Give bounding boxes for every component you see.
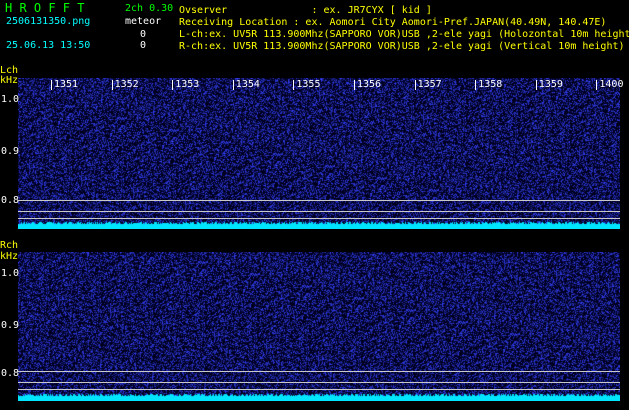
time-tickmark xyxy=(51,80,52,90)
location-line: Receiving Location : ex. Aomori City Aom… xyxy=(179,17,607,28)
lch-marker-line-upper xyxy=(18,200,620,201)
app-logo: H R O F F T xyxy=(5,1,85,15)
meteor-count-lch: 0 xyxy=(140,29,147,40)
lch-ytick-0.8: 0.8 xyxy=(1,195,20,206)
time-tick-1359: 1359 xyxy=(538,79,563,90)
filename-label: 2506131350.png xyxy=(6,16,91,27)
lch-spectrogram xyxy=(18,78,620,229)
time-tickmark xyxy=(293,80,295,90)
rch-marker-line-middle xyxy=(18,382,620,383)
timestamp-label: 25.06.13 13:50 xyxy=(6,40,91,51)
rch-description: R-ch:ex. UV5R 113.900Mhz(SAPPORO VOR)USB… xyxy=(179,41,625,52)
lch-ytick-1.0: 1.0 xyxy=(1,94,20,105)
time-tickmark xyxy=(596,80,598,90)
time-tick-1351: 1351 xyxy=(54,79,79,90)
rch-unit-label: kHz xyxy=(0,251,19,262)
time-tickmark xyxy=(172,80,174,90)
rch-ytick-0.9: 0.9 xyxy=(1,320,20,331)
rch-marker-line-lower xyxy=(18,389,620,390)
time-tick-1352: 1352 xyxy=(114,79,139,90)
lch-marker-line-lower xyxy=(18,218,620,219)
time-tick-1358: 1358 xyxy=(478,79,503,90)
time-tickmark xyxy=(535,80,537,90)
meteor-count-rch: 0 xyxy=(140,40,147,51)
time-tickmark xyxy=(414,80,416,90)
observer-line: Ovserver : ex. JR7CYX [ kid ] xyxy=(179,5,432,16)
rch-ytick-1.0: 1.0 xyxy=(1,268,20,279)
time-tickmark xyxy=(232,80,234,90)
time-tickmark xyxy=(354,80,355,90)
rch-spectrogram xyxy=(18,252,620,401)
time-tick-1353: 1353 xyxy=(175,79,200,90)
lch-ytick-0.9: 0.9 xyxy=(1,146,20,157)
mode-label: 2ch 0.30 xyxy=(125,3,174,14)
meteor-label: meteor xyxy=(125,16,162,27)
time-tickmark xyxy=(111,80,113,90)
time-tick-1357: 1357 xyxy=(417,79,442,90)
time-tick-1355: 1355 xyxy=(296,79,321,90)
lch-description: L-ch:ex. UV5R 113.900Mhz(SAPPORO VOR)USB… xyxy=(179,29,629,40)
rch-label: Rch xyxy=(0,240,19,251)
time-tick-1400: 1400 xyxy=(599,79,624,90)
rch-marker-line-upper xyxy=(18,371,620,372)
lch-unit-label: kHz xyxy=(0,75,19,86)
time-tick-1356: 1356 xyxy=(357,79,382,90)
rch-ytick-0.8: 0.8 xyxy=(1,368,20,379)
lch-marker-line-middle xyxy=(18,211,620,212)
time-tickmark xyxy=(475,80,477,90)
time-tick-1354: 1354 xyxy=(235,79,260,90)
